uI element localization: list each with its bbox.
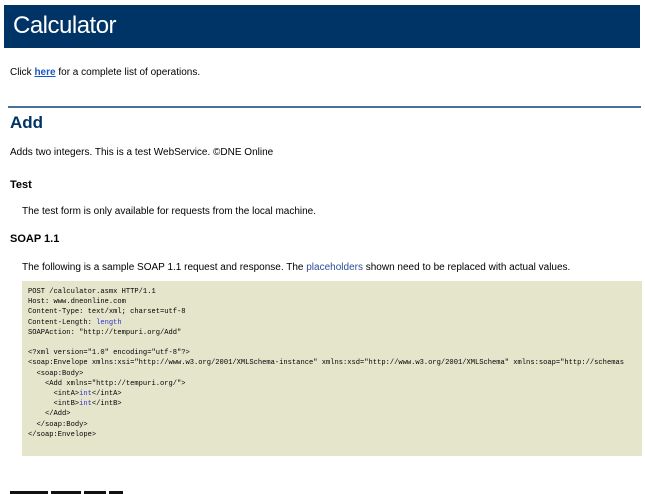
operation-description: Adds two integers. This is a test WebSer…	[10, 147, 274, 158]
soap-desc-suffix: shown need to be replaced with actual va…	[362, 262, 571, 273]
code-text: Content-Type: text/xml; charset=utf-8	[28, 308, 186, 317]
code-text: </soap:Envelope>	[28, 430, 97, 439]
code-text: </Add>	[28, 410, 71, 419]
section-divider	[8, 106, 641, 108]
code-line: <Add xmlns="http://tempuri.org/">	[28, 380, 186, 388]
code-line: </soap:Body>	[28, 421, 88, 429]
code-line: <soap:Body>	[28, 369, 84, 378]
placeholders-term: placeholders	[306, 262, 363, 273]
code-line: <intA>int</intA>	[28, 390, 122, 398]
code-placeholder: int	[79, 400, 92, 409]
code-text: SOAPAction: "http://tempuri.org/Add"	[28, 328, 182, 337]
code-text: <intB>	[28, 400, 80, 409]
code-line: SOAPAction: "http://tempuri.org/Add"	[28, 329, 181, 337]
code-line: Content-Length: length	[28, 319, 122, 327]
code-text: </intA>	[91, 390, 122, 399]
page-title: Calculator	[13, 12, 117, 39]
code-text: <Add xmlns="http://tempuri.org/">	[28, 379, 186, 388]
code-line: Content-Type: text/xml; charset=utf-8	[28, 308, 186, 316]
code-line: <intB>int</intB>	[28, 400, 122, 408]
code-text: <soap:Envelope xmlns:xsi="http://www.w3.…	[28, 359, 624, 368]
code-line: Host: www.dneonline.com	[28, 298, 126, 306]
code-text: <?xml version="1.0" encoding="utf-8"?>	[28, 349, 190, 358]
code-line: POST /calculator.asmx HTTP/1.1	[28, 288, 156, 296]
soap-description: The following is a sample SOAP 1.1 reque…	[22, 262, 570, 273]
intro-suffix: for a complete list of operations.	[55, 67, 201, 78]
code-placeholder: length	[96, 318, 122, 327]
code-line: </soap:Envelope>	[28, 431, 96, 439]
code-text: </soap:Body>	[28, 420, 88, 429]
code-line: <?xml version="1.0" encoding="utf-8"?>	[28, 349, 190, 357]
code-placeholder: int	[79, 390, 92, 399]
intro-prefix: Click	[10, 67, 35, 78]
operation-title: Add	[10, 113, 44, 132]
soap-heading: SOAP 1.1	[10, 233, 60, 245]
cut-off-heading	[10, 486, 180, 494]
test-note: The test form is only available for requ…	[22, 206, 317, 217]
soap-desc-prefix: The following is a sample SOAP 1.1 reque…	[22, 262, 307, 273]
code-block: POST /calculator.asmx HTTP/1.1 Host: www…	[22, 281, 642, 440]
operations-list-link[interactable]: here	[34, 67, 55, 78]
header-banner: Calculator	[4, 5, 640, 48]
code-line: <soap:Envelope xmlns:xsi="http://www.w3.…	[28, 359, 624, 367]
code-text: <intA>	[28, 390, 80, 399]
code-text: Content-Length:	[28, 318, 97, 327]
code-text: </intB>	[91, 400, 122, 409]
code-text: <soap:Body>	[28, 369, 84, 378]
test-heading: Test	[10, 179, 32, 191]
intro-text: Click here for a complete list of operat…	[10, 67, 200, 78]
code-text: Host: www.dneonline.com	[28, 298, 126, 307]
code-line: </Add>	[28, 410, 71, 418]
soap-request-sample: POST /calculator.asmx HTTP/1.1 Host: www…	[22, 281, 642, 456]
code-text: POST /calculator.asmx HTTP/1.1	[28, 288, 156, 296]
